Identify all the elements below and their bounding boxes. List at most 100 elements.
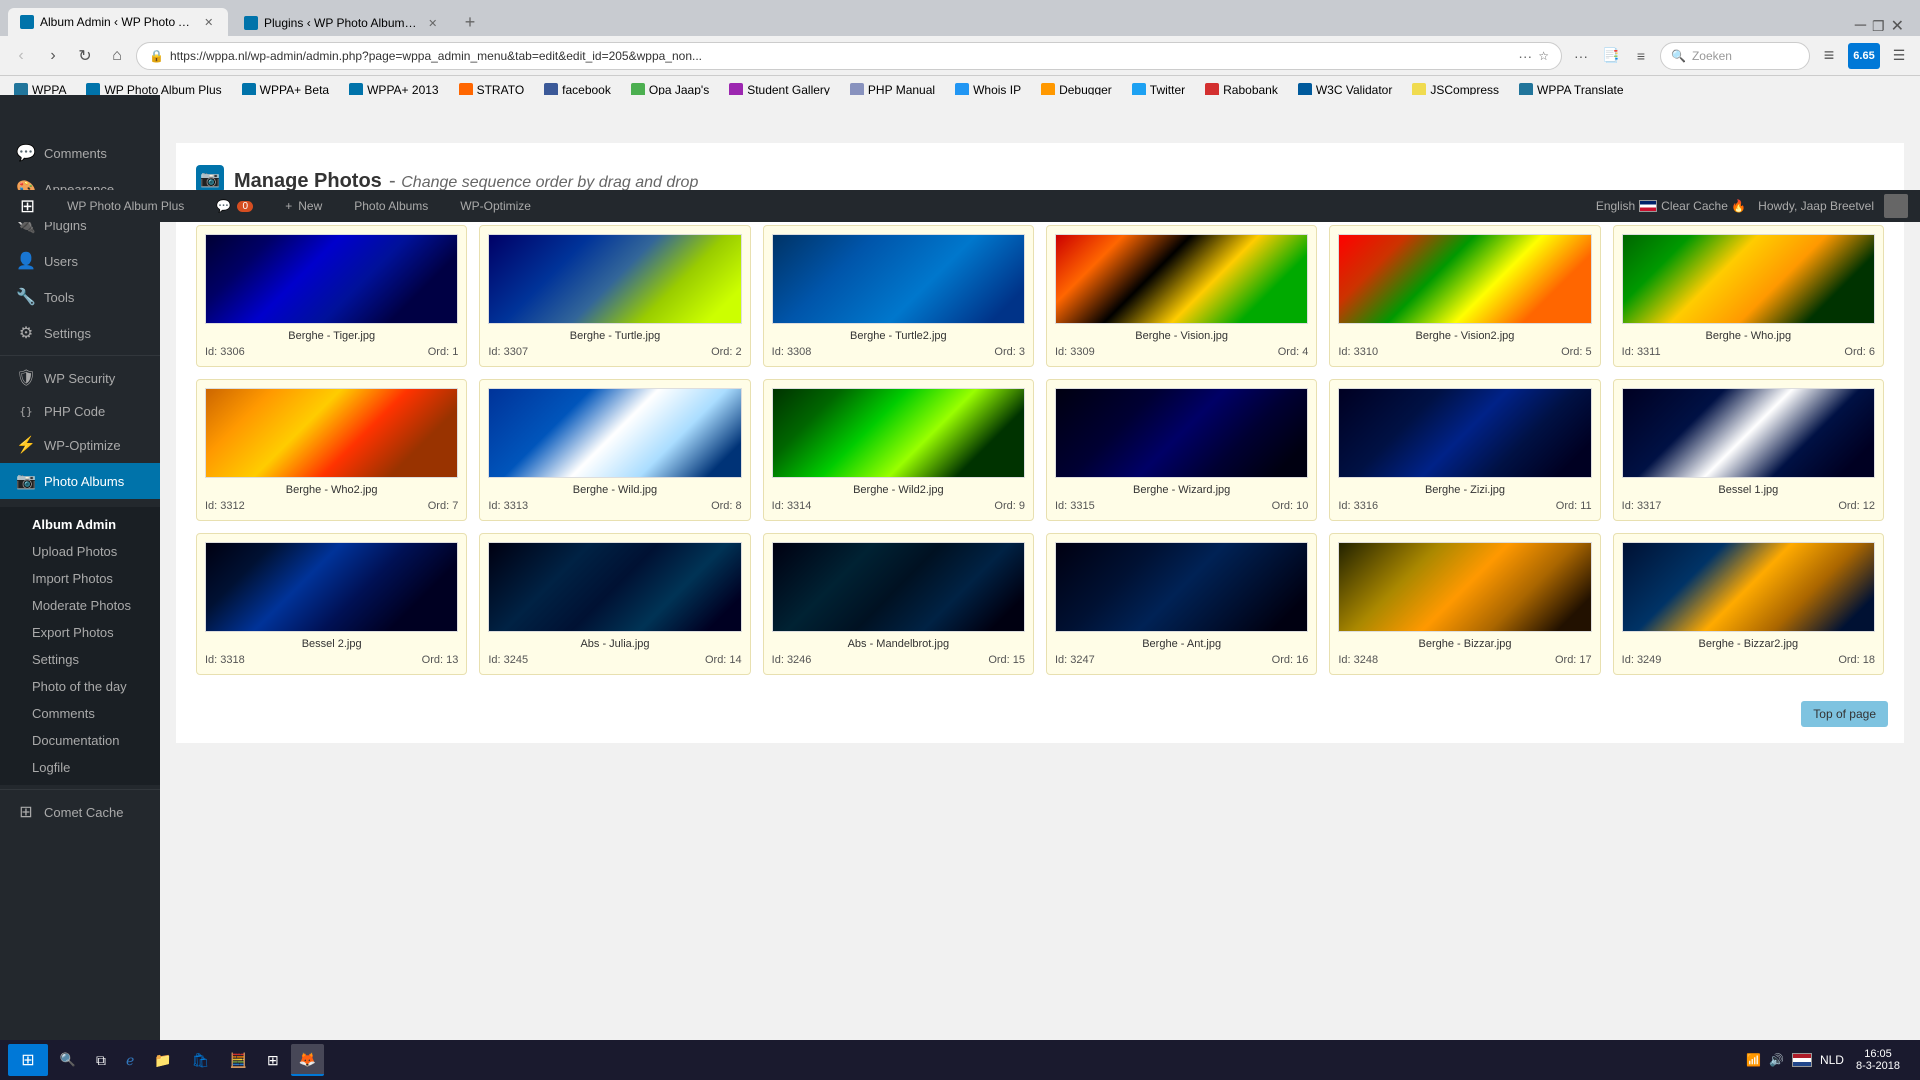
start-button[interactable]: ⊞ (8, 1044, 48, 1076)
sidebar-item-users[interactable]: 👤 Users (0, 243, 160, 279)
sidebar-sub-documentation[interactable]: Documentation (0, 727, 160, 754)
sidebar-item-comments[interactable]: 💬 Comments (0, 135, 160, 171)
sidebar-item-wp-optimize[interactable]: ⚡ WP-Optimize (0, 427, 160, 463)
photo-card[interactable]: Berghe - Vision.jpgId: 3309Ord: 4 (1046, 225, 1317, 367)
reader-view-icon[interactable]: ≡ (1628, 43, 1654, 69)
admin-bar-comments[interactable]: 💬 0 (208, 190, 261, 222)
taskbar-grid-app[interactable]: ⊞ (259, 1044, 287, 1076)
taskbar-time-text: 16:05 (1864, 1048, 1892, 1060)
badge-icon[interactable]: 6.65 (1848, 43, 1880, 69)
photo-card[interactable]: Berghe - Turtle2.jpgId: 3308Ord: 3 (763, 225, 1034, 367)
language-text[interactable]: English (1596, 199, 1635, 213)
bookmarks-icon[interactable]: 📑 (1598, 43, 1624, 69)
network-icon[interactable]: 📶 (1746, 1053, 1761, 1067)
sidebar-sub-photo-of-the-day[interactable]: Photo of the day (0, 673, 160, 700)
sidebar-sub-album-admin[interactable]: Album Admin (0, 511, 160, 538)
photo-card[interactable]: Berghe - Vision2.jpgId: 3310Ord: 5 (1329, 225, 1600, 367)
taskbar-calculator[interactable]: 🧮 (222, 1044, 255, 1076)
photo-thumbnail (488, 388, 741, 478)
photo-card[interactable]: Abs - Mandelbrot.jpgId: 3246Ord: 15 (763, 533, 1034, 675)
tab2-close[interactable]: ✕ (425, 15, 440, 31)
taskbar-clock[interactable]: 16:05 8-3-2018 (1856, 1048, 1900, 1072)
wp-logo-icon: ⊞ (20, 196, 35, 217)
back-button[interactable]: ‹ (8, 43, 34, 69)
photo-card[interactable]: Bessel 1.jpgId: 3317Ord: 12 (1613, 379, 1884, 521)
browser-close[interactable]: ✕ (1891, 16, 1904, 36)
forward-button[interactable]: › (40, 43, 66, 69)
photo-ord: Ord: 9 (994, 500, 1025, 512)
sidebar-item-photo-albums[interactable]: 📷 Photo Albums (0, 463, 160, 499)
sidebar-sub-import-photos[interactable]: Import Photos (0, 565, 160, 592)
photo-card[interactable]: Abs - Julia.jpgId: 3245Ord: 14 (479, 533, 750, 675)
photo-card[interactable]: Berghe - Tiger.jpgId: 3306Ord: 1 (196, 225, 467, 367)
photo-card[interactable]: Berghe - Wild2.jpgId: 3314Ord: 9 (763, 379, 1034, 521)
taskbar-flag-icon (1792, 1053, 1812, 1067)
menu-dots-button[interactable]: ··· (1568, 43, 1594, 69)
new-tab-button[interactable]: + (456, 8, 484, 36)
admin-bar-wp-optimize[interactable]: WP-Optimize (452, 190, 539, 222)
tab1-close[interactable]: ✕ (202, 14, 216, 30)
clear-cache-btn[interactable]: Clear Cache 🔥 (1661, 199, 1746, 213)
reload-button[interactable]: ↻ (72, 43, 98, 69)
photo-card[interactable]: Berghe - Who.jpg Id: 3311Ord: 6 (1613, 225, 1884, 367)
photo-card[interactable]: Berghe - Who2.jpgId: 3312Ord: 7 (196, 379, 467, 521)
sidebar-item-php-code[interactable]: {} PHP Code (0, 396, 160, 427)
photo-ord: Ord: 14 (705, 654, 742, 666)
taskbar-edge[interactable]: ℯ (118, 1044, 142, 1076)
photo-id: Id: 3248 (1338, 654, 1378, 666)
admin-bar-site-name[interactable]: WP Photo Album Plus (59, 190, 192, 222)
photo-card[interactable]: Berghe - Bizzar.jpgId: 3248Ord: 17 (1329, 533, 1600, 675)
photo-thumbnail (488, 234, 741, 324)
taskbar-search-button[interactable]: 🔍 (52, 1044, 84, 1076)
sidebar-sub-comments[interactable]: Comments (0, 700, 160, 727)
home-button[interactable]: ⌂ (104, 43, 130, 69)
sidebar-sub-logfile[interactable]: Logfile (0, 754, 160, 781)
photo-name: Berghe - Who.jpg (1622, 330, 1875, 342)
tab-1[interactable]: Album Admin ‹ WP Photo Albu... ✕ (8, 8, 228, 36)
photo-thumbnail (772, 234, 1025, 324)
taskbar-store[interactable]: 🛍 (184, 1044, 218, 1076)
photo-id: Id: 3309 (1055, 346, 1095, 358)
photo-meta: Id: 3249Ord: 18 (1622, 654, 1875, 666)
new-label: New (298, 199, 322, 213)
photo-name: Berghe - Bizzar.jpg (1338, 638, 1591, 650)
taskbar-file-explorer[interactable]: 📁 (146, 1044, 179, 1076)
photo-id: Id: 3312 (205, 500, 245, 512)
photo-card[interactable]: Berghe - Ant.jpgId: 3247Ord: 16 (1046, 533, 1317, 675)
photo-card[interactable]: Berghe - Bizzar2.jpgId: 3249Ord: 18 (1613, 533, 1884, 675)
sidebar-sub-moderate-photos[interactable]: Moderate Photos (0, 592, 160, 619)
admin-bar-wp-logo[interactable]: ⊞ (12, 190, 43, 222)
volume-icon[interactable]: 🔊 (1769, 1053, 1784, 1067)
browser-maximize[interactable]: ❐ (1872, 18, 1885, 35)
photo-meta: Id: 3311Ord: 6 (1622, 346, 1875, 358)
tab-2[interactable]: Plugins ‹ WP Photo Album Plu... ✕ (232, 10, 452, 36)
browser-minimize[interactable]: ─ (1855, 17, 1866, 35)
address-bar[interactable]: 🔒 https://wppa.nl/wp-admin/admin.php?pag… (136, 42, 1562, 70)
sidebar-sub-upload-photos[interactable]: Upload Photos (0, 538, 160, 565)
photo-card[interactable]: Berghe - Zizi.jpgId: 3316Ord: 11 (1329, 379, 1600, 521)
sidebar-sub-settings[interactable]: Settings (0, 646, 160, 673)
sidebar-item-wp-security[interactable]: 🛡 WP Security (0, 360, 160, 396)
browser-menu-button[interactable]: ☰ (1886, 43, 1912, 69)
taskbar-task-view[interactable]: ⧉ (88, 1044, 114, 1076)
photo-card[interactable]: Berghe - Wizard.jpgId: 3315Ord: 10 (1046, 379, 1317, 521)
search-bar[interactable]: 🔍 Zoeken (1660, 42, 1810, 70)
admin-bar-new[interactable]: + New (277, 190, 330, 222)
taskbar-browser-btn[interactable]: 🦊 (291, 1044, 324, 1076)
sidebar-item-tools[interactable]: 🔧 Tools (0, 279, 160, 315)
sidebar-item-comet-cache[interactable]: ⊞ Comet Cache (0, 794, 160, 830)
sidebar-sub-export-photos[interactable]: Export Photos (0, 619, 160, 646)
photo-card[interactable]: Berghe - Wild.jpgId: 3313Ord: 8 (479, 379, 750, 521)
sidebar-main-items: 💬 Comments 🎨 Appearance 🔌 Plugins 👤 User… (0, 127, 160, 507)
top-of-page-button[interactable]: Top of page (1801, 701, 1888, 727)
photo-ord: Ord: 10 (1272, 500, 1309, 512)
sidebar-comet-cache-label: Comet Cache (44, 805, 123, 820)
star-icon[interactable]: ☆ (1538, 49, 1549, 63)
address-menu-icon[interactable]: ··· (1518, 48, 1532, 64)
photo-card[interactable]: Bessel 2.jpgId: 3318Ord: 13 (196, 533, 467, 675)
sidebar-item-settings[interactable]: ⚙ Settings (0, 315, 160, 351)
admin-bar-photo-albums[interactable]: Photo Albums (346, 190, 436, 222)
new-icon: + (285, 199, 292, 213)
photo-card[interactable]: Berghe - Turtle.jpgId: 3307Ord: 2 (479, 225, 750, 367)
reader-mode-button[interactable]: ≡ (1816, 43, 1842, 69)
